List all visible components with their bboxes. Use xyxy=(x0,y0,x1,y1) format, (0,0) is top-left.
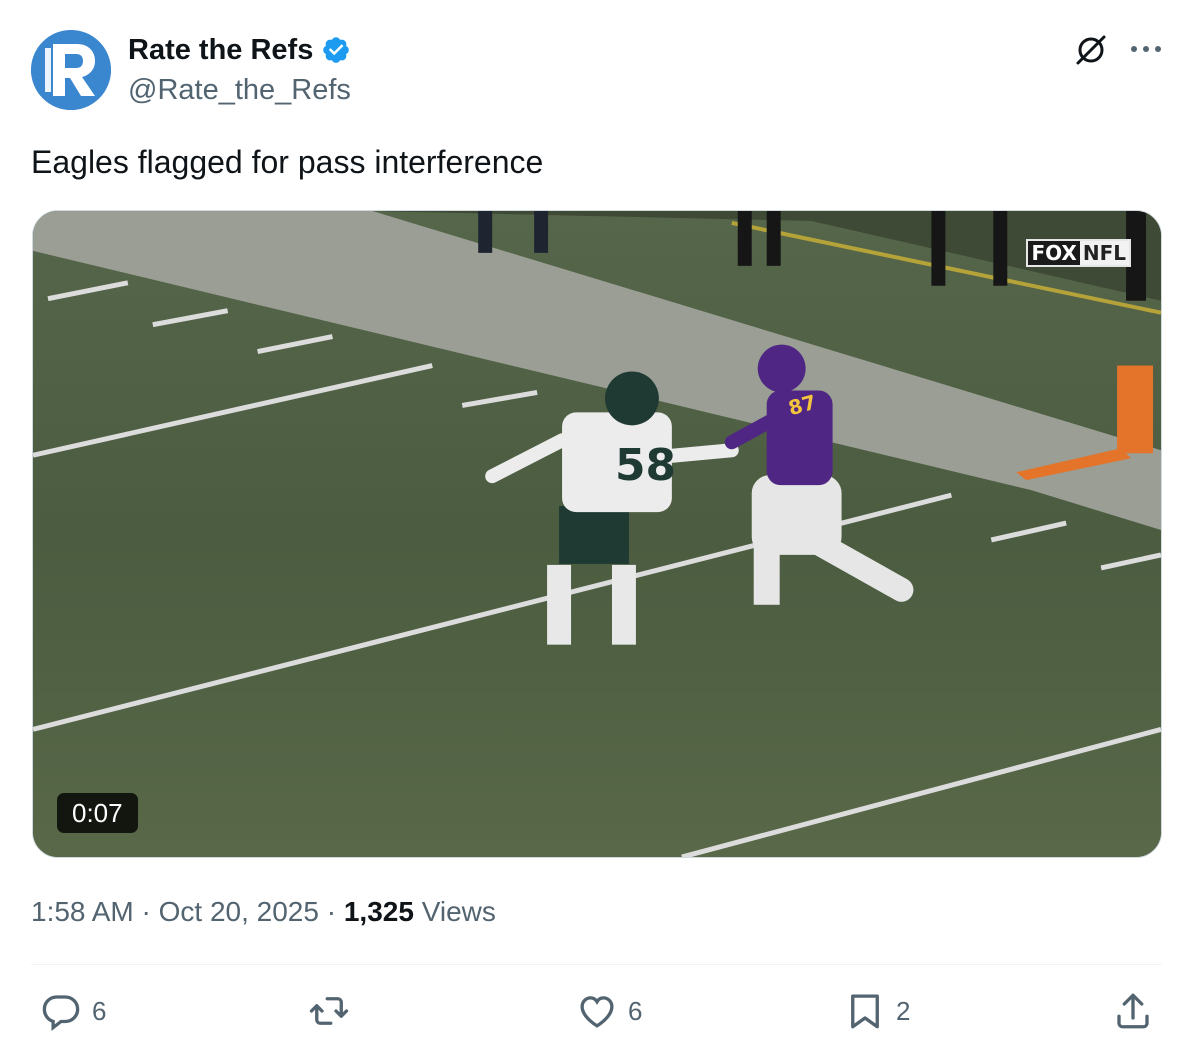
views-label: Views xyxy=(421,896,496,927)
bookmark-count: 2 xyxy=(896,995,911,1026)
more-icon[interactable] xyxy=(1126,34,1166,64)
video-duration: 0:07 xyxy=(57,793,138,833)
share-button[interactable] xyxy=(1112,990,1154,1032)
avatar[interactable] xyxy=(31,30,111,110)
rate-the-refs-logo xyxy=(31,30,111,110)
video-frame: 58 87 xyxy=(33,211,1161,857)
bookmark-button[interactable]: 2 xyxy=(844,990,910,1032)
share-icon xyxy=(1117,993,1149,1029)
verified-badge-icon xyxy=(323,37,350,63)
bookmark-icon xyxy=(851,994,879,1029)
reply-icon xyxy=(42,995,80,1032)
like-button[interactable]: 6 xyxy=(576,990,642,1032)
video-player[interactable]: 58 87 FOX NFL 0:07 xyxy=(32,210,1162,858)
author-handle[interactable]: @Rate_the_Refs xyxy=(128,72,351,108)
tweet-meta: 1:58 AM · Oct 20, 2025 · 1,325 Views xyxy=(31,894,496,930)
grok-icon[interactable] xyxy=(1072,31,1110,69)
reply-button[interactable]: 6 xyxy=(40,990,106,1032)
repost-icon xyxy=(309,997,349,1025)
watermark-fox: FOX xyxy=(1028,241,1080,265)
like-count: 6 xyxy=(628,995,643,1026)
reply-count: 6 xyxy=(92,995,107,1026)
separator: · xyxy=(133,896,159,927)
tweet-time[interactable]: 1:58 AM xyxy=(31,896,134,927)
separator: · xyxy=(318,896,344,927)
divider xyxy=(31,964,1162,965)
tweet-date[interactable]: Oct 20, 2025 xyxy=(159,896,319,927)
jersey-number-left: 58 xyxy=(615,440,676,491)
tweet-text: Eagles flagged for pass interference xyxy=(31,144,544,180)
views-count: 1,325 xyxy=(343,896,414,927)
watermark-nfl: NFL xyxy=(1079,241,1129,265)
broadcast-watermark: FOX NFL xyxy=(1026,239,1131,267)
author-name[interactable]: Rate the Refs xyxy=(128,32,313,68)
repost-button[interactable] xyxy=(308,990,360,1032)
like-icon xyxy=(580,996,614,1028)
